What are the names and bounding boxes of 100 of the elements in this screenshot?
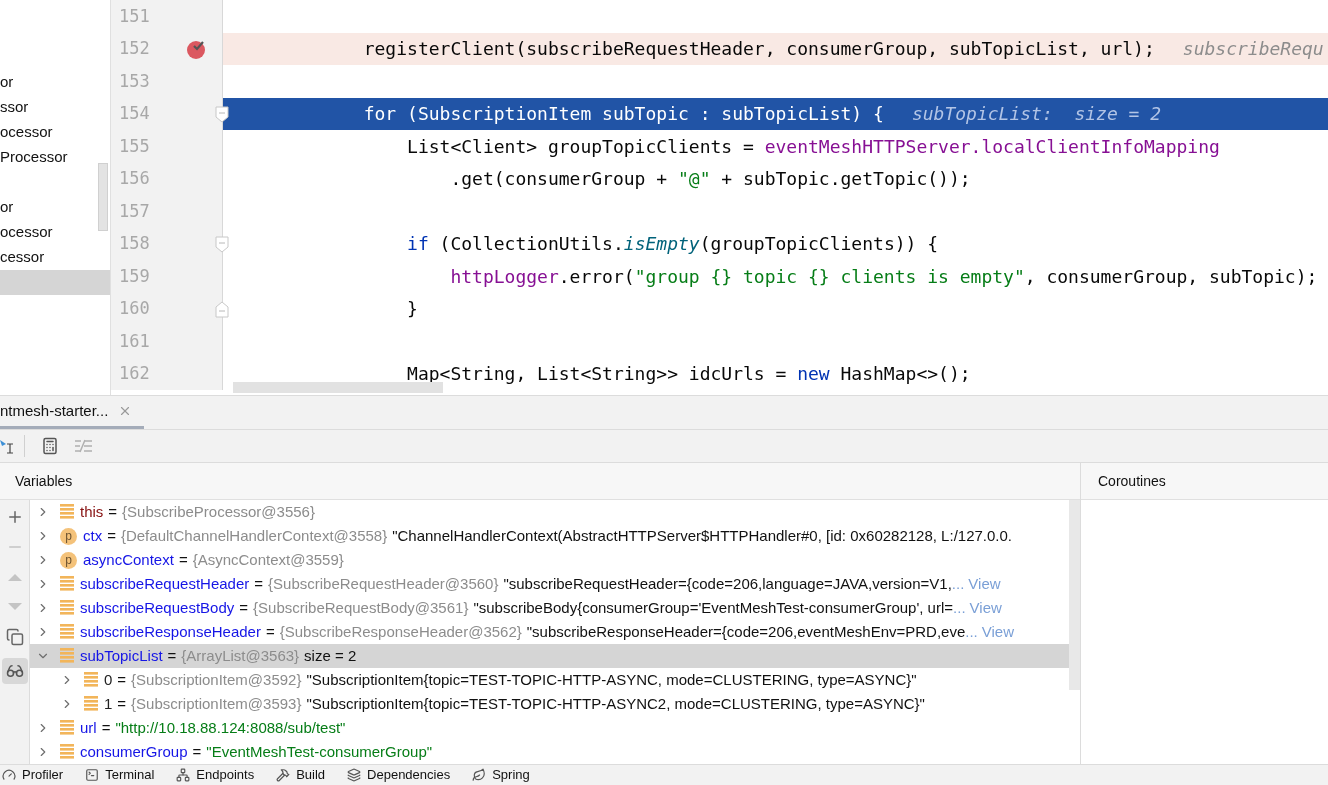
variable-type: {SubscribeResponseHeader@3562} bbox=[279, 621, 522, 642]
variable-value: "subscribeResponseHeader={code=206,eventMeshEnv=PRD,eve bbox=[526, 621, 966, 642]
variable-name: this bbox=[80, 501, 104, 522]
panel-title: Coroutines bbox=[1098, 471, 1166, 491]
equals-sign: = bbox=[117, 669, 127, 690]
variable-type: {ArrayList@3563} bbox=[181, 645, 300, 666]
variable-value: "subscribeBody{consumerGroup='EventMeshTest-consumerGroup', url= bbox=[473, 597, 954, 618]
tool-window-button[interactable]: Build bbox=[276, 765, 326, 785]
variable-row[interactable]: subscribeResponseHeader = {SubscribeResponseHeader@3562} "subscribeResponseHeader={code=206,eventMeshEnv=PRD,eve... View bbox=[30, 620, 1069, 644]
glasses-icon bbox=[5, 662, 24, 680]
variable-value: "http://10.18.88.124:8088/sub/test" bbox=[115, 717, 346, 738]
equals-sign: = bbox=[192, 741, 202, 762]
scrollbar[interactable] bbox=[1069, 500, 1080, 690]
tool-icon bbox=[2, 768, 16, 782]
variable-name: consumerGroup bbox=[80, 741, 188, 762]
variable-type: {SubscriptionItem@3593} bbox=[131, 693, 302, 714]
tool-window-button[interactable]: Terminal bbox=[85, 765, 155, 785]
equals-sign: = bbox=[108, 501, 118, 522]
line-number: 152 bbox=[119, 37, 150, 60]
line-number: 153 bbox=[119, 69, 150, 93]
field-icon bbox=[60, 744, 74, 760]
variable-row[interactable]: 1 = {SubscriptionItem@3593} "SubscriptionItem{topic=TEST-TOPIC-HTTP-ASYNC2, mode=CLUSTERING, type=ASYNC}" bbox=[30, 692, 1069, 716]
equals-sign: = bbox=[101, 717, 111, 738]
tree-item[interactable]: or bbox=[0, 195, 110, 220]
line-number: 156 bbox=[119, 167, 150, 190]
variable-row[interactable]: 0 = {SubscriptionItem@3592} "SubscriptionItem{topic=TEST-TOPIC-HTTP-ASYNC, mode=CLUSTERING, type=ASYNC}" bbox=[30, 668, 1069, 692]
inline-hint: subscribeRequ bbox=[1182, 37, 1324, 62]
variable-value: "SubscriptionItem{topic=TEST-TOPIC-HTTP-ASYNC, mode=CLUSTERING, type=ASYNC}" bbox=[306, 669, 917, 690]
line-number: 159 bbox=[119, 264, 150, 288]
field-icon bbox=[60, 600, 74, 616]
equals-sign: = bbox=[265, 621, 275, 642]
line-number: 151 bbox=[119, 4, 150, 28]
variable-type: {SubscribeRequestHeader@3560} bbox=[268, 573, 499, 594]
tree-item[interactable]: ocessor bbox=[0, 220, 110, 245]
variable-name: 1 bbox=[104, 693, 113, 714]
line-number: 162 bbox=[119, 362, 150, 385]
variable-row[interactable]: subTopicList = {ArrayList@3563} size = 2 bbox=[30, 644, 1069, 668]
fold-icon[interactable] bbox=[215, 105, 229, 123]
variable-type: {SubscribeProcessor@3556} bbox=[122, 501, 315, 522]
variable-row[interactable]: subscribeRequestHeader = {SubscribeRequestHeader@3560} "subscribeRequestHeader={code=206,language=JAVA,version=V1,... View bbox=[30, 572, 1069, 596]
equals-sign: = bbox=[178, 549, 188, 570]
tree-item[interactable]: ssor bbox=[0, 95, 110, 120]
variable-name: subscribeRequestHeader bbox=[80, 573, 250, 594]
variable-name: subTopicList bbox=[80, 645, 163, 666]
tool-window-button[interactable]: Spring bbox=[472, 765, 530, 785]
tool-icon bbox=[176, 768, 191, 782]
ellipsis: ... bbox=[951, 573, 965, 594]
tool-window-button[interactable]: Profiler bbox=[2, 765, 64, 785]
line-number: 157 bbox=[119, 199, 150, 223]
calculator-icon[interactable] bbox=[41, 437, 59, 455]
variable-name: asyncContext bbox=[83, 549, 174, 570]
variable-row[interactable]: url = "http://10.18.88.124:8088/sub/test" bbox=[30, 716, 1069, 740]
scrollbar[interactable] bbox=[98, 163, 108, 231]
line-number: 160 bbox=[119, 297, 150, 320]
ellipsis: ... bbox=[965, 621, 978, 642]
equals-sign: = bbox=[117, 693, 127, 714]
variable-row[interactable]: this = {SubscribeProcessor@3556} bbox=[30, 500, 1069, 524]
tree-item[interactable]: cessor bbox=[0, 245, 110, 270]
tree-item[interactable]: Processor bbox=[0, 145, 110, 170]
field-icon bbox=[60, 504, 74, 520]
tool-window-button[interactable]: Dependencies bbox=[347, 765, 451, 785]
panel-title: Variables bbox=[15, 471, 73, 491]
watches-button[interactable] bbox=[1, 658, 28, 684]
line-number: 161 bbox=[119, 329, 150, 353]
variable-row[interactable]: p ctx = {DefaultChannelHandlerContext@3558} "ChannelHandlerContext(AbstractHTTPServer$HTTPHandler#0, [id: 0x60282128, L:/127.0.0. bbox=[30, 524, 1069, 548]
variable-name: subscribeResponseHeader bbox=[80, 621, 261, 642]
variable-type: {AsyncContext@3559} bbox=[192, 549, 344, 570]
scrollbar[interactable] bbox=[233, 382, 443, 393]
variable-value: "ChannelHandlerContext(AbstractHTTPServer$HTTPHandler#0, [id: 0x60282128, L:/127.0.0. bbox=[392, 525, 1012, 546]
tree-item[interactable]: ocessor bbox=[0, 120, 110, 145]
variable-name: ctx bbox=[83, 525, 103, 546]
variable-row[interactable]: consumerGroup = "EventMeshTest-consumerGroup" bbox=[30, 740, 1069, 764]
line-number: 154 bbox=[119, 102, 150, 125]
variable-name: subscribeRequestBody bbox=[80, 597, 235, 618]
tool-icon bbox=[472, 768, 487, 782]
field-icon bbox=[60, 624, 74, 640]
line-number: 155 bbox=[119, 134, 150, 158]
tool-icon bbox=[347, 768, 362, 782]
line-number: 158 bbox=[119, 232, 150, 255]
field-icon bbox=[60, 648, 74, 664]
tool-window-button[interactable]: Endpoints bbox=[176, 765, 255, 785]
variable-value: "EventMeshTest-consumerGroup" bbox=[206, 741, 433, 762]
parameter-icon: p bbox=[60, 527, 77, 545]
tool-icon bbox=[85, 768, 100, 782]
parameter-icon: p bbox=[60, 551, 77, 569]
step-icon[interactable] bbox=[0, 437, 14, 455]
variable-value: "subscribeRequestHeader={code=206,language=JAVA,version=V1, bbox=[503, 573, 952, 594]
equals-sign: = bbox=[239, 597, 249, 618]
equals-sign: = bbox=[107, 525, 116, 546]
inline-hint: subTopicList: size = 2 bbox=[911, 102, 1162, 127]
equals-sign: = bbox=[254, 573, 264, 594]
variable-name: url bbox=[80, 717, 97, 738]
variable-row[interactable]: subscribeRequestBody = {SubscribeRequestBody@3561} "subscribeBody{consumerGroup='EventMeshTest-consumerGroup', url=... View bbox=[30, 596, 1069, 620]
tree-item[interactable]: or bbox=[0, 70, 110, 95]
copy-icon[interactable] bbox=[5, 628, 24, 646]
ellipsis: ... bbox=[953, 597, 966, 618]
variable-row[interactable]: p asyncContext = {AsyncContext@3559} bbox=[30, 548, 1069, 572]
variable-value: "SubscriptionItem{topic=TEST-TOPIC-HTTP-ASYNC2, mode=CLUSTERING, type=ASYNC}" bbox=[306, 693, 925, 714]
variable-type: {SubscriptionItem@3592} bbox=[131, 669, 302, 690]
equals-sign: = bbox=[167, 645, 177, 666]
